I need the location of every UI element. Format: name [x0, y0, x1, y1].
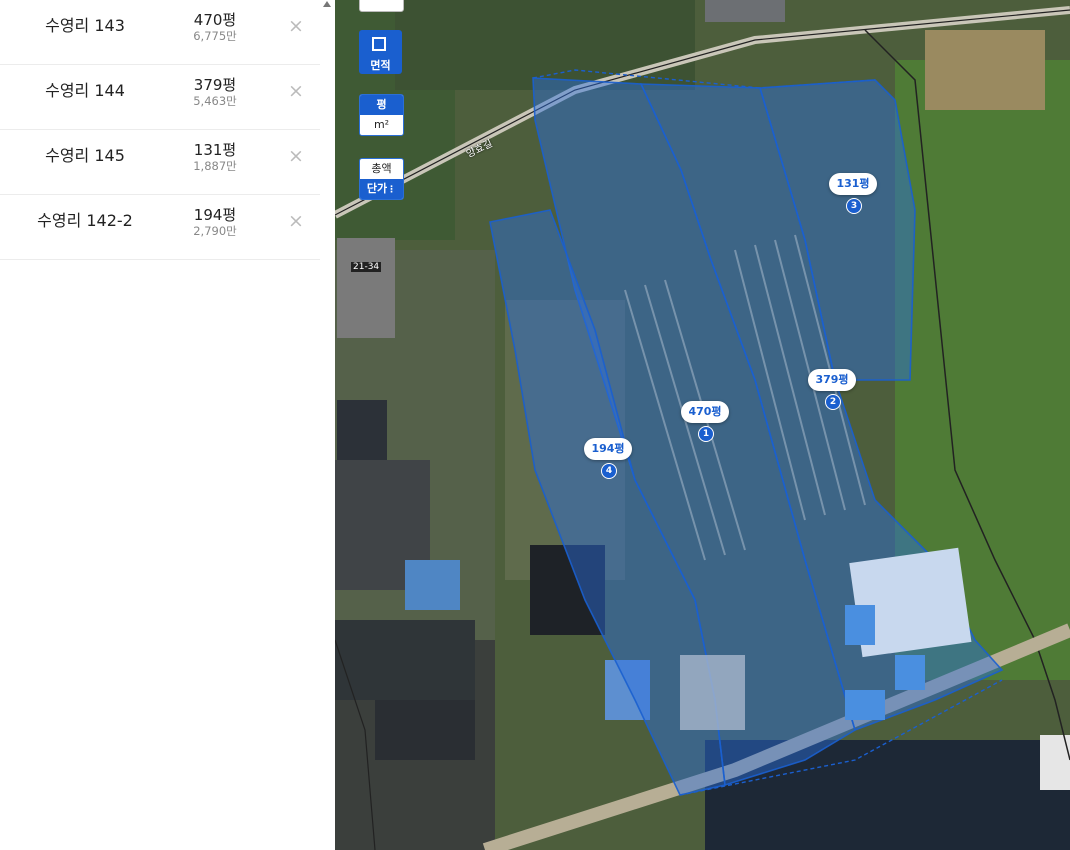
- parcel-label[interactable]: 379평: [808, 369, 856, 391]
- building-tag: 21-34: [351, 262, 382, 272]
- close-icon[interactable]: ×: [284, 79, 308, 103]
- parcel-area: 379평: [193, 76, 237, 94]
- unit-pyeong-button[interactable]: 평: [360, 95, 403, 115]
- parcel-name: 수영리 142-2: [37, 211, 133, 230]
- price-toggle: 총액 단가⋮: [359, 158, 404, 200]
- close-icon[interactable]: ×: [284, 14, 308, 38]
- area-measure-button[interactable]: 면적: [359, 30, 402, 74]
- area-square-icon: [372, 37, 386, 51]
- parcel-price: 5,463만: [193, 94, 237, 108]
- scrollbar[interactable]: [320, 0, 335, 850]
- parcel-name: 수영리 143: [45, 16, 125, 35]
- satellite-imagery: [335, 0, 1070, 850]
- unit-price-label: 단가: [366, 182, 388, 195]
- unit-sqm-button[interactable]: m²: [360, 115, 403, 135]
- total-price-button[interactable]: 총액: [360, 159, 403, 179]
- list-item[interactable]: 수영리 144 379평 5,463만 ×: [0, 65, 320, 130]
- parcel-number-badge: 1: [698, 426, 714, 442]
- parcel-price: 6,775만: [193, 29, 237, 43]
- close-icon[interactable]: ×: [284, 144, 308, 168]
- parcel-number-badge: 4: [601, 463, 617, 479]
- list-item[interactable]: 수영리 142-2 194평 2,790만 ×: [0, 195, 320, 260]
- unit-toggle: 평 m²: [359, 94, 404, 136]
- unit-price-button[interactable]: 단가⋮: [360, 179, 403, 199]
- parcel-name: 수영리 144: [45, 81, 125, 100]
- parcel-name: 수영리 145: [45, 146, 125, 165]
- list-item[interactable]: 수영리 143 470평 6,775만 ×: [0, 0, 320, 65]
- parcel-price: 1,887만: [193, 159, 237, 173]
- parcel-number-badge: 2: [825, 394, 841, 410]
- area-measure-label: 면적: [370, 59, 391, 72]
- map-control-top[interactable]: [359, 0, 404, 12]
- more-dots-icon: ⋮: [387, 185, 397, 195]
- close-icon[interactable]: ×: [284, 209, 308, 233]
- parcel-price: 2,790만: [193, 224, 237, 238]
- list-item[interactable]: 수영리 145 131평 1,887만 ×: [0, 130, 320, 195]
- parcel-number-badge: 3: [846, 198, 862, 214]
- parcel-area: 131평: [193, 141, 237, 159]
- scroll-up-icon[interactable]: [323, 1, 331, 7]
- map-view[interactable]: 면적 평 m² 총액 단가⋮ 양효길 21-34 470평 1 379평 2 1…: [335, 0, 1070, 850]
- parcel-area: 470평: [193, 11, 237, 29]
- parcel-label[interactable]: 470평: [681, 401, 729, 423]
- parcel-list-panel: 수영리 143 470평 6,775만 × 수영리 144 379평 5,463…: [0, 0, 320, 850]
- parcel-area: 194평: [193, 206, 237, 224]
- parcel-label[interactable]: 194평: [584, 438, 632, 460]
- parcel-label[interactable]: 131평: [829, 173, 877, 195]
